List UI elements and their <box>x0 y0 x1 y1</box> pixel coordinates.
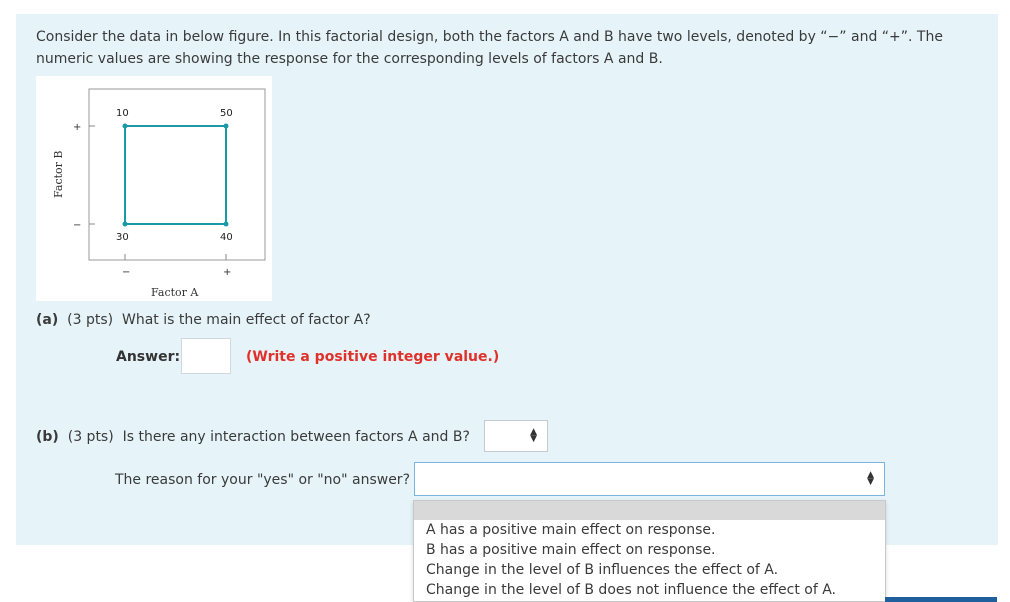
part-a-points: (3 pts) <box>67 312 114 328</box>
y-axis-label: Factor B <box>52 151 65 199</box>
dropdown-option-blank[interactable] <box>414 501 885 520</box>
corner-point-minus-minus <box>122 221 128 227</box>
design-square <box>124 125 227 225</box>
part-b-label: (b) <box>36 429 59 445</box>
x-tick-label-minus: − <box>122 267 130 278</box>
value-minus-minus: 30 <box>116 232 129 243</box>
dropdown-option[interactable]: Change in the level of B influences the … <box>414 560 885 580</box>
factorial-figure: + − − + 10 50 30 40 Factor A Factor B <box>36 76 272 301</box>
reason-dropdown-list: A has a positive main effect on response… <box>413 500 886 602</box>
interaction-select[interactable]: ▲ ▼ <box>484 420 548 452</box>
x-axis-label: Factor A <box>151 286 199 299</box>
part-b-text: Is there any interaction between factors… <box>122 429 470 445</box>
corner-point-minus-plus <box>122 123 128 129</box>
dropdown-option[interactable]: B has a positive main effect on response… <box>414 540 885 560</box>
value-plus-plus: 50 <box>220 108 233 119</box>
select-arrows-icon: ▲ ▼ <box>867 470 874 487</box>
answer-label: Answer: <box>116 349 181 365</box>
y-tick-label-plus: + <box>73 122 81 133</box>
dropdown-option[interactable]: A has a positive main effect on response… <box>414 520 885 540</box>
factorial-plot: + − − + 10 50 30 40 Factor A Factor B <box>52 88 266 299</box>
answer-hint: (Write a positive integer value.) <box>246 349 500 365</box>
bottom-accent-bar <box>885 597 997 602</box>
y-tick-label-minus: − <box>73 220 81 231</box>
part-a-label: (a) <box>36 312 59 328</box>
answer-input[interactable] <box>181 338 231 374</box>
part-a-text: What is the main effect of factor A? <box>122 312 371 328</box>
reason-select[interactable]: ▲ ▼ <box>414 462 885 496</box>
corner-point-plus-plus <box>223 123 229 129</box>
reason-label: The reason for your "yes" or "no" answer… <box>115 472 410 488</box>
question-intro: Consider the data in below figure. In th… <box>36 29 943 67</box>
part-b-question: (b) (3 pts) Is there any interaction bet… <box>36 429 470 445</box>
part-b-points: (3 pts) <box>67 429 114 445</box>
x-tick-label-plus: + <box>223 267 231 278</box>
dropdown-option[interactable]: Change in the level of B does not influe… <box>414 580 885 600</box>
corner-point-plus-minus <box>223 221 229 227</box>
value-plus-minus: 40 <box>220 232 233 243</box>
value-minus-plus: 10 <box>116 108 129 119</box>
select-arrows-icon: ▲ ▼ <box>530 427 537 444</box>
part-a-question: (a) (3 pts) What is the main effect of f… <box>36 312 371 328</box>
